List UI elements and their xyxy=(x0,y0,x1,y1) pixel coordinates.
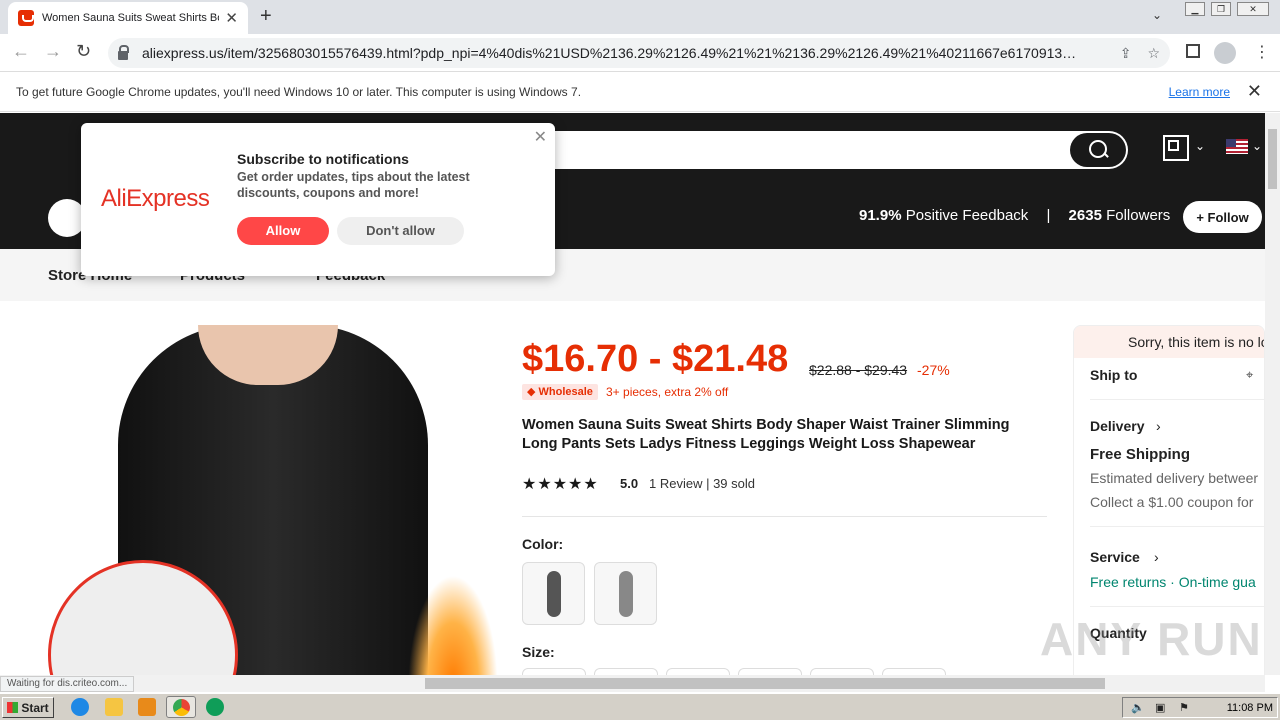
followers-count: 2635 xyxy=(1068,207,1102,224)
star-rating-icon: ★★★★★ xyxy=(522,476,599,493)
new-tab-button[interactable]: + xyxy=(260,5,272,28)
address-bar[interactable]: aliexpress.us/item/3256803015576439.html… xyxy=(108,38,1170,68)
ie-icon[interactable] xyxy=(71,698,89,716)
chevron-down-icon: ⌄ xyxy=(1252,139,1263,153)
price: $16.70 - $21.48 xyxy=(522,338,789,380)
volume-icon[interactable]: 🔈 xyxy=(1131,701,1145,714)
product-title: Women Sauna Suits Sweat Shirts Body Shap… xyxy=(522,417,1010,452)
popup-description: Get order updates, tips about the latest… xyxy=(237,170,470,200)
free-shipping-label: Free Shipping xyxy=(1090,446,1191,463)
delivery-label[interactable]: Delivery xyxy=(1090,418,1144,434)
follow-button[interactable]: + Follow xyxy=(1183,201,1262,233)
close-window-button[interactable]: ✕ xyxy=(1237,2,1269,16)
location-pin-icon: ⌖ xyxy=(1246,367,1254,382)
tab-search-icon[interactable]: ⌄ xyxy=(1152,8,1162,22)
infobar-close-icon[interactable]: ✕ xyxy=(1247,81,1262,102)
anyrun-watermark: ANY RUN xyxy=(1040,613,1263,665)
service-label[interactable]: Service xyxy=(1090,549,1140,565)
notification-popup: ✕ AliExpress Subscribe to notifications … xyxy=(81,123,555,276)
reload-icon[interactable]: ↻ xyxy=(76,41,91,62)
qr-code-icon[interactable] xyxy=(1163,135,1189,161)
chevron-down-icon: ⌄ xyxy=(1195,139,1206,153)
rating-value: 5.0 xyxy=(620,476,639,491)
close-tab-icon[interactable]: ✕ xyxy=(225,9,238,27)
bookmark-star-icon[interactable]: ☆ xyxy=(1147,45,1160,62)
forward-icon[interactable]: → xyxy=(44,41,62,62)
close-icon[interactable]: ✕ xyxy=(534,127,547,147)
search-button[interactable] xyxy=(1070,133,1126,167)
flag-icon[interactable]: ⚑ xyxy=(1179,701,1189,714)
original-price: $22.88 - $29.43 xyxy=(809,362,908,378)
ship-to-label[interactable]: Ship to xyxy=(1090,367,1137,383)
system-tray: 🔈 ▣ ⚑ 11:08 PM xyxy=(1122,697,1278,718)
restore-button[interactable]: ❐ xyxy=(1211,2,1231,16)
divider xyxy=(1090,606,1264,607)
color-swatch-1[interactable] xyxy=(522,562,585,625)
chrome-update-infobar: To get future Google Chrome updates, you… xyxy=(0,72,1280,112)
media-player-icon[interactable] xyxy=(138,698,156,716)
store-stats: 91.9% Positive Feedback | 2635 Followers xyxy=(859,207,1170,224)
size-label: Size: xyxy=(522,644,555,660)
aliexpress-logo: AliExpress xyxy=(101,185,210,212)
scrollbar-thumb[interactable] xyxy=(1268,129,1277,189)
wholesale-badge: ◆ Wholesale xyxy=(522,384,598,400)
allow-button[interactable]: Allow xyxy=(237,217,329,245)
unavailable-notice: Sorry, this item is no lo xyxy=(1074,326,1264,358)
color-swatch-2[interactable] xyxy=(594,562,657,625)
service-detail: Free returns · On-time gua xyxy=(1090,574,1256,590)
scrollbar-thumb[interactable] xyxy=(425,678,1105,689)
chrome-taskbar-button[interactable] xyxy=(166,696,196,718)
estimated-delivery: Estimated delivery betweer xyxy=(1090,470,1259,486)
horizontal-scrollbar[interactable] xyxy=(0,675,1265,692)
divider xyxy=(1090,526,1264,527)
search-input[interactable] xyxy=(530,131,1128,169)
popup-title: Subscribe to notifications xyxy=(237,151,409,167)
minimize-button[interactable]: ▁ xyxy=(1185,2,1205,16)
back-icon[interactable]: ← xyxy=(12,41,30,62)
divider xyxy=(522,516,1047,517)
start-button[interactable]: Start xyxy=(2,697,54,718)
dont-allow-button[interactable]: Don't allow xyxy=(337,217,464,245)
side-panel-icon[interactable] xyxy=(1186,44,1200,58)
explorer-icon[interactable] xyxy=(105,698,123,716)
us-flag-icon[interactable] xyxy=(1226,139,1248,154)
reviews-link[interactable]: 1 Review | 39 sold xyxy=(649,476,755,491)
product-image[interactable] xyxy=(48,325,498,677)
profile-avatar[interactable] xyxy=(1214,42,1236,64)
start-label: Start xyxy=(21,700,49,715)
feedback-percent: 91.9% xyxy=(859,207,902,224)
color-label: Color: xyxy=(522,536,564,552)
chevron-right-icon: › xyxy=(1154,549,1159,565)
divider: | xyxy=(1046,207,1051,224)
flame-graphic xyxy=(408,575,498,677)
browser-tab[interactable]: Women Sauna Suits Sweat Shirts Bo ✕ xyxy=(8,2,248,34)
status-bubble: Waiting for dis.criteo.com... xyxy=(0,676,135,692)
share-icon[interactable]: ⇪ xyxy=(1120,45,1132,62)
feedback-label: Positive Feedback xyxy=(905,207,1029,224)
browser-toolbar: ← → ↻ aliexpress.us/item/325680301557643… xyxy=(0,34,1280,72)
learn-more-link[interactable]: Learn more xyxy=(1169,85,1230,99)
lock-icon xyxy=(118,44,129,60)
wholesale-label: Wholesale xyxy=(538,386,593,398)
tab-strip: Women Sauna Suits Sweat Shirts Bo ✕ + ⌄ … xyxy=(0,0,1280,34)
wholesale-note: 3+ pieces, extra 2% off xyxy=(606,385,729,399)
chevron-right-icon: › xyxy=(1156,418,1161,434)
followers-label: Followers xyxy=(1106,207,1171,224)
network-icon[interactable]: ▣ xyxy=(1155,701,1165,714)
url-text: aliexpress.us/item/3256803015576439.html… xyxy=(142,45,1077,61)
aliexpress-favicon-icon xyxy=(18,10,34,26)
clock: 11:08 PM xyxy=(1226,702,1273,714)
infobar-text: To get future Google Chrome updates, you… xyxy=(16,84,582,99)
windows-logo-icon xyxy=(7,702,19,713)
discount-badge: -27% xyxy=(917,362,950,378)
edge-icon[interactable] xyxy=(206,698,224,716)
vertical-scrollbar[interactable] xyxy=(1265,113,1280,675)
menu-kebab-icon[interactable]: ⋮ xyxy=(1254,42,1270,62)
coupon-note: Collect a $1.00 coupon for xyxy=(1090,494,1254,510)
windows-taskbar: Start 🔈 ▣ ⚑ 11:08 PM xyxy=(0,693,1280,720)
divider xyxy=(1090,399,1264,400)
tab-title: Women Sauna Suits Sweat Shirts Bo xyxy=(42,12,220,24)
chrome-icon xyxy=(173,699,190,716)
